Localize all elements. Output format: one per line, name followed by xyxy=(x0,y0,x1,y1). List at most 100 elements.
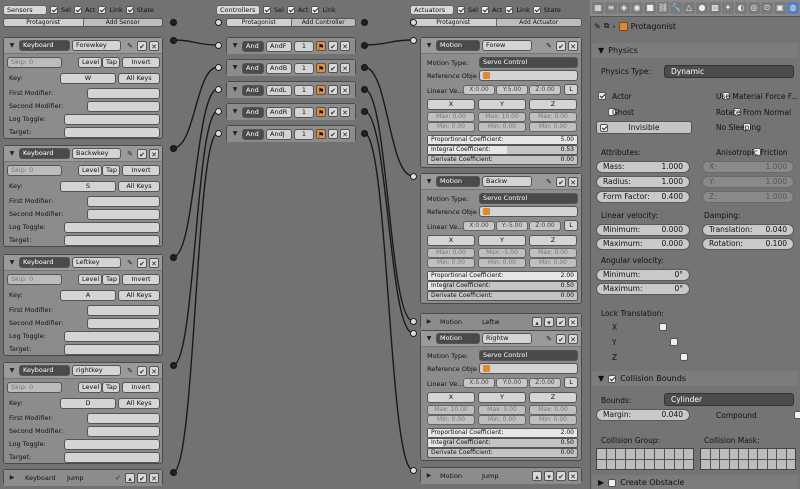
key-button[interactable]: D xyxy=(60,398,116,409)
first-modifier-field[interactable] xyxy=(87,413,160,424)
pin-icon[interactable]: ✎ xyxy=(594,22,601,31)
active-checkbox[interactable]: ✔ xyxy=(137,473,147,483)
controller-name-field[interactable]: AndB xyxy=(266,62,292,74)
sensor-output-socket[interactable] xyxy=(170,145,177,152)
close-icon[interactable]: ✕ xyxy=(149,257,159,268)
object-tab-icon[interactable]: ■ xyxy=(644,2,656,14)
invert-button[interactable]: Invert xyxy=(122,165,160,176)
state-checkbox[interactable] xyxy=(532,6,541,14)
active-checkbox[interactable]: ✔ xyxy=(137,40,147,51)
linear-x-field[interactable]: X:5.00 xyxy=(463,378,495,388)
linear-y-field[interactable]: Y:0.00 xyxy=(496,378,528,388)
invisible-checkbox[interactable] xyxy=(600,124,608,132)
prop-coefficient-slider[interactable]: Proportional Coefficient: 5.00 xyxy=(427,135,578,145)
actuator-type-dropdown[interactable]: Motion xyxy=(436,40,480,51)
collision-bounds-checkbox[interactable] xyxy=(608,374,617,383)
int-coefficient-slider[interactable]: Integral Coefficient: 0.50 xyxy=(427,438,578,448)
controller-type-dropdown[interactable]: And xyxy=(242,40,264,52)
collapse-triangle-icon[interactable]: ▼ xyxy=(7,258,17,268)
max-2-field[interactable]: Max: 0.00 xyxy=(529,112,577,122)
min-0-field[interactable]: Min: 0.00 xyxy=(427,415,475,425)
close-icon[interactable]: ✕ xyxy=(340,41,350,51)
der-coefficient-slider[interactable]: Derivate Coefficient: 0.00 xyxy=(427,291,578,301)
max-0-field[interactable]: Max: 0.00 xyxy=(427,248,475,258)
axis-1-button[interactable]: Y xyxy=(478,99,526,110)
controllers-object-name[interactable]: Protagonist xyxy=(227,19,291,26)
close-icon[interactable]: ✕ xyxy=(340,129,350,139)
controller-output-socket[interactable] xyxy=(361,64,368,71)
linear-min-field[interactable]: Minimum: 0.000 xyxy=(596,224,690,236)
game-physics-tab-icon[interactable]: ◍ xyxy=(787,2,799,14)
move-up-icon[interactable]: ▴ xyxy=(532,317,542,327)
expand-triangle-icon[interactable]: ▶ xyxy=(424,471,434,481)
preference-icon[interactable]: ⚑ xyxy=(316,129,326,139)
link-checkbox[interactable] xyxy=(98,6,107,14)
create-obstacle-header[interactable]: ▶ Create Obstacle xyxy=(592,475,798,489)
layer-cell[interactable] xyxy=(777,449,786,459)
skip-field[interactable]: Skip: 0 xyxy=(7,274,62,285)
controller-state-field[interactable]: 1 xyxy=(294,84,314,96)
collision-group-grid[interactable] xyxy=(596,448,694,470)
active-checkbox[interactable]: ✔ xyxy=(328,63,338,73)
target-field[interactable] xyxy=(64,235,160,246)
layer-cell[interactable] xyxy=(729,459,738,469)
max-0-field[interactable]: Max: 0.00 xyxy=(427,112,475,122)
active-checkbox[interactable]: ✔ xyxy=(556,471,566,481)
preference-icon[interactable]: ⚑ xyxy=(316,107,326,117)
actuator-name-field[interactable]: Backw xyxy=(482,176,532,187)
radius-field[interactable]: Radius: 1.000 xyxy=(596,176,690,188)
invisible-button[interactable]: Invisible xyxy=(596,121,692,134)
invert-button[interactable]: Invert xyxy=(122,57,160,68)
min-1-field[interactable]: Min: 0.00 xyxy=(478,122,526,132)
active-checkbox[interactable]: ✔ xyxy=(137,257,147,268)
close-icon[interactable]: ✕ xyxy=(568,176,578,187)
actuator-type-dropdown[interactable]: Motion xyxy=(436,176,480,187)
layer-cell[interactable] xyxy=(701,449,710,459)
pin-icon[interactable]: ✎ xyxy=(544,41,554,51)
sensor-name-field[interactable]: Leftkey xyxy=(71,257,121,268)
mass-field[interactable]: Mass: 1.000 xyxy=(596,161,690,173)
motion-type-dropdown[interactable]: Servo Control xyxy=(479,57,578,68)
target-field[interactable] xyxy=(64,344,160,355)
layer-cell[interactable] xyxy=(786,459,795,469)
controller-type-dropdown[interactable]: And xyxy=(242,62,264,74)
aniso-z-field[interactable]: Z: 1.000 xyxy=(702,191,794,203)
lock-y-checkbox[interactable] xyxy=(669,338,678,346)
preference-icon[interactable]: ⚑ xyxy=(316,63,326,73)
actuators-object-name[interactable]: Protagonist xyxy=(411,19,496,26)
pin-icon[interactable]: ✎ xyxy=(125,41,135,51)
controllers-link-socket[interactable] xyxy=(215,19,222,26)
controller-state-field[interactable]: 1 xyxy=(294,128,314,140)
scene-tab-icon[interactable]: ◈ xyxy=(618,2,630,14)
layer-cell[interactable] xyxy=(684,449,693,459)
close-icon[interactable]: ✕ xyxy=(340,63,350,73)
motion-type-dropdown[interactable]: Servo Control xyxy=(479,350,578,361)
expand-triangle-icon[interactable]: ▶ xyxy=(7,473,17,483)
layer-cell[interactable] xyxy=(720,449,729,459)
active-checkbox[interactable]: ✔ xyxy=(556,176,566,187)
bounds-dropdown[interactable]: Cylinder xyxy=(664,393,794,406)
move-up-icon[interactable]: ▴ xyxy=(532,471,542,481)
linear-x-field[interactable]: X:0.00 xyxy=(463,221,495,231)
axis-2-button[interactable]: Z xyxy=(529,235,577,246)
reference-object-field[interactable] xyxy=(479,206,578,217)
max-1-field[interactable]: Max: 10.00 xyxy=(478,112,526,122)
target-field[interactable] xyxy=(64,452,160,463)
physics-section-header[interactable]: ▼ Physics xyxy=(592,43,798,58)
pin-icon[interactable]: ✎ xyxy=(544,177,554,187)
log-toggle-field[interactable] xyxy=(64,331,160,342)
key-button[interactable]: S xyxy=(60,181,116,192)
close-icon[interactable]: ✕ xyxy=(568,333,578,344)
texture-tab-icon[interactable]: ▩ xyxy=(709,2,721,14)
logic-tab-icon[interactable]: ⊙ xyxy=(761,2,773,14)
angular-max-field[interactable]: Maximum: 0° xyxy=(596,283,690,295)
linear-y-field[interactable]: Y:5.00 xyxy=(496,85,528,95)
add-sensor-button[interactable]: Add Sensor xyxy=(82,19,162,26)
min-0-field[interactable]: Min: 0.00 xyxy=(427,258,475,268)
log-toggle-field[interactable] xyxy=(64,439,160,450)
close-icon[interactable]: ✕ xyxy=(568,40,578,51)
axis-1-button[interactable]: Y xyxy=(478,235,526,246)
all-keys-button[interactable]: All Keys xyxy=(118,398,160,409)
layer-cell[interactable] xyxy=(777,459,786,469)
min-1-field[interactable]: Min: 0.00 xyxy=(478,415,526,425)
